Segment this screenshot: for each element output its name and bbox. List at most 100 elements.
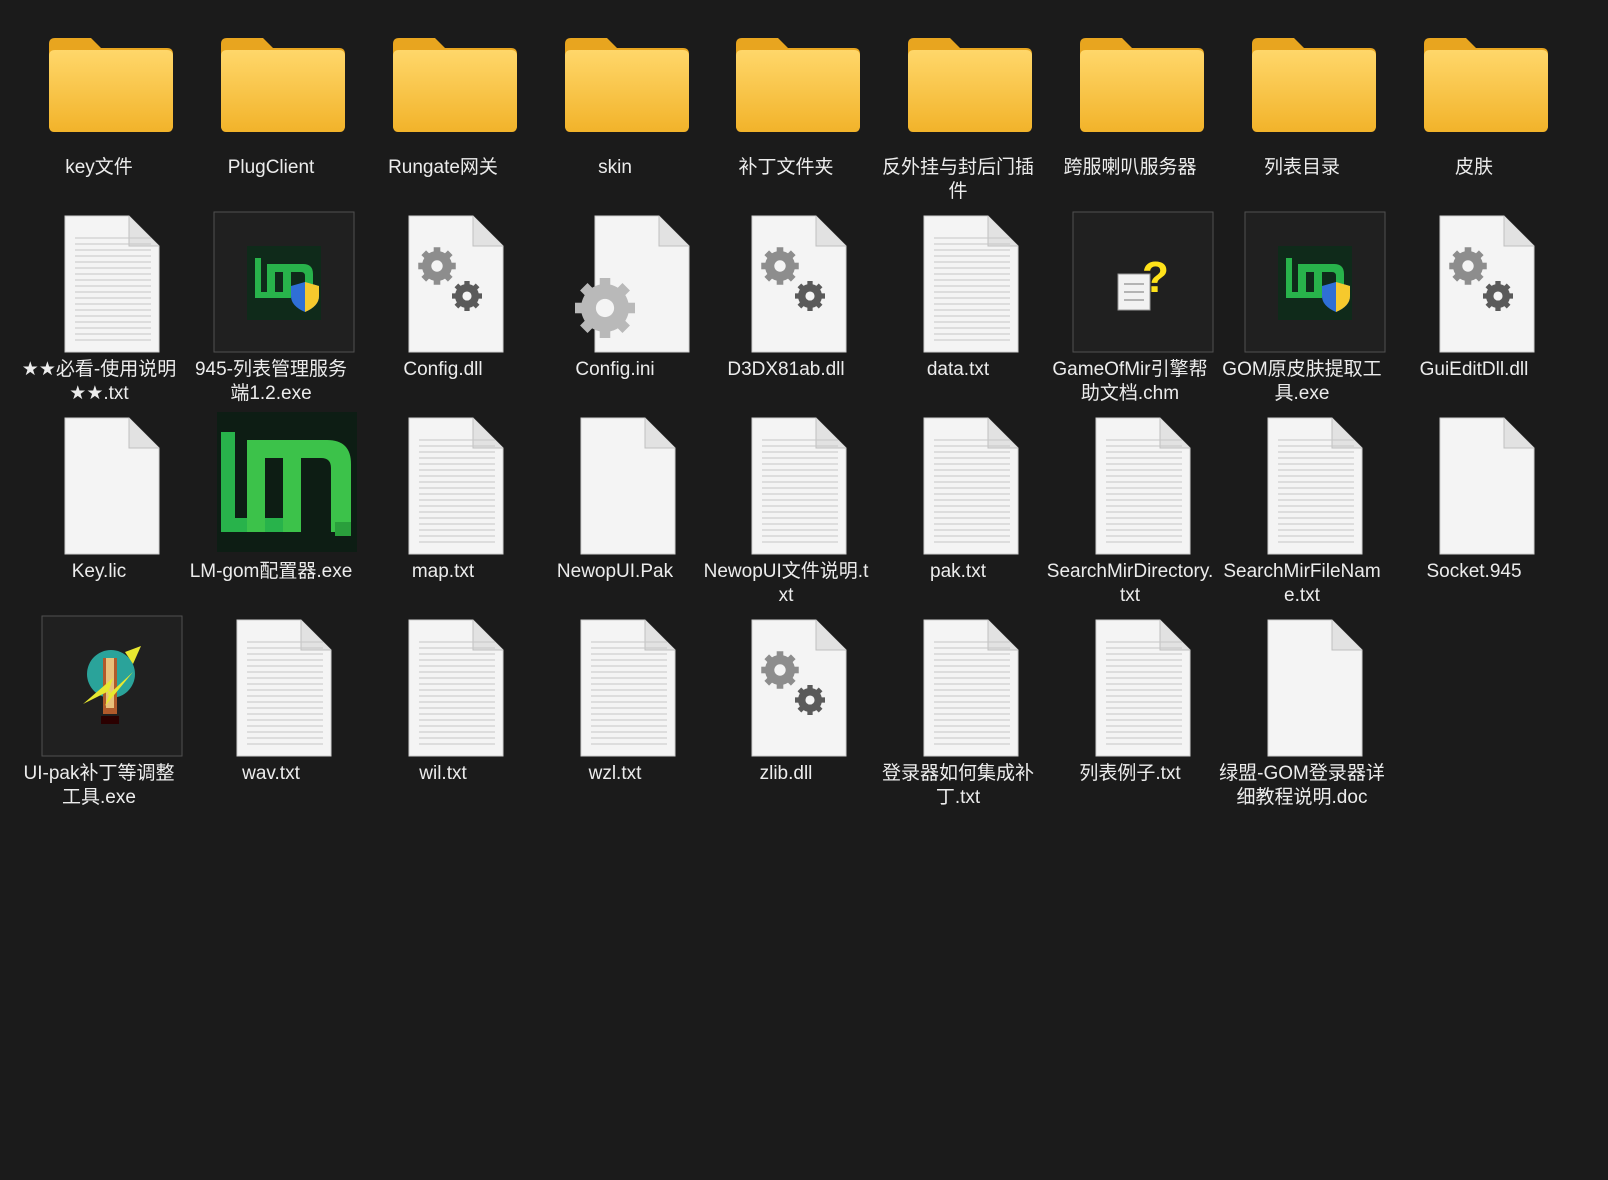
file-name-label: wil.txt (419, 763, 467, 784)
file-name-label: 补丁文件夹 (738, 157, 834, 178)
text-file-icon (872, 612, 1044, 762)
file-name-label: 跨服喇叭服务器 (1063, 157, 1197, 178)
folder-icon (700, 6, 872, 156)
blank-file-icon (1216, 612, 1388, 762)
dll-gear-icon (1388, 208, 1560, 358)
file-item[interactable]: D3DX81ab.dll (700, 208, 872, 406)
file-item[interactable]: pak.txt (872, 410, 1044, 608)
text-file-icon (1216, 410, 1388, 560)
file-name-label: SearchMirFileName.txt (1223, 561, 1381, 606)
blank-file-icon (529, 410, 701, 560)
file-item[interactable]: Key.lic (13, 410, 185, 608)
file-item[interactable]: data.txt (872, 208, 1044, 406)
folder-app-icon (1388, 6, 1560, 156)
file-name-label: NewopUI.Pak (556, 561, 674, 582)
text-file-icon (872, 208, 1044, 358)
file-name-label: skin (598, 157, 632, 178)
file-item[interactable]: wav.txt (185, 612, 357, 810)
text-file-icon (1044, 410, 1216, 560)
file-item[interactable]: Socket.945 (1388, 410, 1560, 608)
file-item[interactable]: PlugClient (185, 6, 357, 204)
file-name-label: ★★必看-使用说明★★.txt (21, 359, 177, 404)
file-name-label: zlib.dll (759, 763, 813, 784)
lm-shield-exe-icon (1216, 208, 1388, 358)
chm-help-icon: ? (1044, 208, 1216, 358)
file-name-label: 945-列表管理服务端1.2.exe (194, 359, 348, 404)
ini-settings-icon (529, 208, 701, 358)
file-name-label: GuiEditDll.dll (1419, 359, 1529, 380)
file-name-label: UI-pak补丁等调整工具.exe (23, 763, 175, 808)
file-name-label: data.txt (926, 359, 990, 380)
file-item[interactable]: zlib.dll (700, 612, 872, 810)
dll-gear-icon (357, 208, 529, 358)
file-item[interactable]: Config.dll (357, 208, 529, 406)
file-name-label: GOM原皮肤提取工具.exe (1222, 359, 1382, 404)
file-item[interactable]: wzl.txt (529, 612, 701, 810)
file-item[interactable]: 登录器如何集成补丁.txt (872, 612, 1044, 810)
file-name-label: SearchMirDirectory.txt (1046, 561, 1214, 606)
file-item[interactable]: ★★必看-使用说明★★.txt (13, 208, 185, 406)
text-file-icon (700, 410, 872, 560)
file-name-label: Socket.945 (1426, 561, 1522, 582)
dll-gear-icon (700, 612, 872, 762)
file-item[interactable]: 跨服喇叭服务器 (1044, 6, 1216, 204)
tool-exe-icon (13, 612, 185, 762)
file-name-label: Config.ini (575, 359, 655, 380)
blank-file-icon (1388, 410, 1560, 560)
file-item[interactable]: SearchMirDirectory.txt (1044, 410, 1216, 608)
file-item[interactable]: NewopUI文件说明.txt (700, 410, 872, 608)
file-name-label: NewopUI文件说明.txt (703, 561, 869, 606)
text-file-icon (357, 612, 529, 762)
file-name-label: 反外挂与封后门插件 (881, 157, 1034, 202)
text-file-icon (1044, 612, 1216, 762)
file-item[interactable]: 皮肤 (1388, 6, 1560, 204)
file-item[interactable]: 945-列表管理服务端1.2.exe (185, 208, 357, 406)
file-name-label: wav.txt (242, 763, 300, 784)
file-name-label: PlugClient (227, 157, 315, 178)
file-name-label: 绿盟-GOM登录器详细教程说明.doc (1219, 763, 1385, 808)
file-item[interactable]: 绿盟-GOM登录器详细教程说明.doc (1216, 612, 1388, 810)
file-item[interactable]: NewopUI.Pak (529, 410, 701, 608)
file-name-label: LM-gom配置器.exe (189, 561, 353, 582)
file-item[interactable]: 反外挂与封后门插件 (872, 6, 1044, 204)
file-name-label: key文件 (65, 157, 133, 178)
text-file-icon (185, 612, 357, 762)
file-item[interactable]: 列表目录 (1216, 6, 1388, 204)
file-name-label: Rungate网关 (388, 157, 498, 178)
folder-icon (13, 6, 185, 156)
text-file-icon (872, 410, 1044, 560)
svg-text:?: ? (1142, 253, 1169, 302)
folder-icon (185, 6, 357, 156)
file-item[interactable]: ? GameOfMir引擎帮助文档.chm (1044, 208, 1216, 406)
lm-logo-exe-icon (185, 410, 357, 560)
file-item[interactable]: key文件 (13, 6, 185, 204)
file-name-label: 列表目录 (1263, 157, 1340, 178)
file-item[interactable]: map.txt (357, 410, 529, 608)
folder-settings-icon (872, 6, 1044, 156)
blank-file-icon (13, 410, 185, 560)
file-item[interactable]: SearchMirFileName.txt (1216, 410, 1388, 608)
file-item[interactable]: skin (529, 6, 701, 204)
file-name-label: Key.lic (71, 561, 127, 582)
folder-app-icon (357, 6, 529, 156)
file-item[interactable]: Config.ini (529, 208, 701, 406)
text-file-icon (357, 410, 529, 560)
file-name-label: pak.txt (930, 561, 986, 582)
dll-gear-icon (700, 208, 872, 358)
file-name-label: 登录器如何集成补丁.txt (881, 763, 1034, 808)
file-item[interactable]: Rungate网关 (357, 6, 529, 204)
file-item[interactable]: 列表例子.txt (1044, 612, 1216, 810)
file-item[interactable]: wil.txt (357, 612, 529, 810)
file-item[interactable]: GuiEditDll.dll (1388, 208, 1560, 406)
file-item[interactable]: GOM原皮肤提取工具.exe (1216, 208, 1388, 406)
file-item[interactable]: LM-gom配置器.exe (185, 410, 357, 608)
file-name-label: 列表例子.txt (1079, 763, 1181, 784)
file-item[interactable]: 补丁文件夹 (700, 6, 872, 204)
text-file-icon (529, 612, 701, 762)
folder-icon (529, 6, 701, 156)
file-item[interactable]: UI-pak补丁等调整工具.exe (13, 612, 185, 810)
file-explorer-view: key文件 PlugClient Rungate网关 skin 补丁文件夹 反外… (0, 0, 1608, 1180)
folder-document-icon (1044, 6, 1216, 156)
file-name-label: wzl.txt (588, 763, 642, 784)
file-name-label: map.txt (411, 561, 475, 582)
